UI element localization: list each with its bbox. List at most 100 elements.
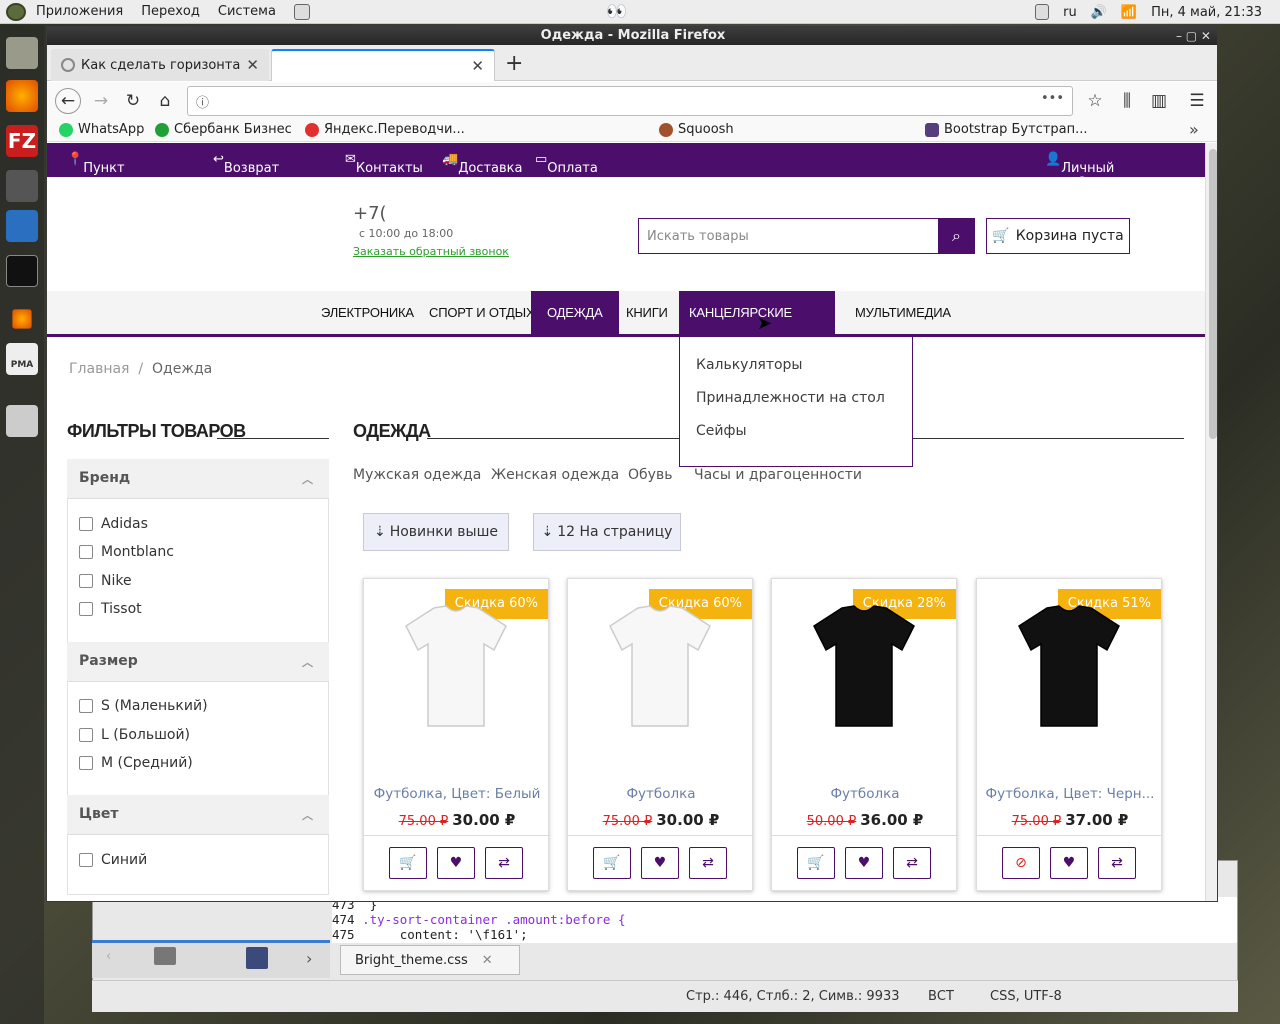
filter-brand-montblanc[interactable]: Montblanc xyxy=(79,544,174,560)
subcat-women[interactable]: Женская одежда xyxy=(491,467,619,483)
topbar-link-delivery[interactable]: 🚚 Доставка xyxy=(442,152,522,176)
scrollbar-thumb[interactable] xyxy=(1209,149,1217,439)
close-tab-icon[interactable]: ✕ xyxy=(471,57,484,75)
url-bar[interactable]: ⓘ ••• xyxy=(187,86,1073,116)
wishlist-button[interactable]: ♥ xyxy=(641,847,679,879)
info-icon[interactable]: ⓘ xyxy=(196,92,209,111)
bookmark-squoosh[interactable]: Squoosh xyxy=(659,122,734,137)
hamburger-menu-icon[interactable]: ☰ xyxy=(1185,90,1209,112)
editor-tab[interactable]: Bright_theme.css ✕ xyxy=(340,945,520,975)
editor-tab-label[interactable]: Bright_theme.css xyxy=(355,953,468,968)
back-icon[interactable]: ← xyxy=(55,88,81,114)
bookmark-sberbank[interactable]: Сбербанк Бизнес xyxy=(155,122,292,137)
search-button[interactable]: ⌕ xyxy=(938,218,975,254)
topbar-link-returns[interactable]: ↩ Возврат товара xyxy=(213,152,279,191)
menu-item-multimedia[interactable]: МУЛЬТИМЕДИА xyxy=(839,291,967,334)
more-bookmarks-icon[interactable]: » xyxy=(1189,120,1199,139)
filter-color-blue[interactable]: Синий xyxy=(79,852,147,868)
phone-number[interactable]: +7( xyxy=(353,203,387,224)
window-controls[interactable]: – ▢ ✕ xyxy=(1176,27,1211,45)
distro-logo-icon[interactable] xyxy=(6,3,26,21)
prev-arrow-icon[interactable]: ‹ xyxy=(106,949,111,964)
tshirt-image[interactable] xyxy=(608,604,712,728)
wishlist-button[interactable]: ♥ xyxy=(1050,847,1088,879)
page-scrollbar[interactable] xyxy=(1205,143,1217,901)
new-tab-icon[interactable]: + xyxy=(505,51,523,76)
filter-brand-adidas[interactable]: Adidas xyxy=(79,516,148,532)
topbar-link-contacts[interactable]: ✉ Контакты xyxy=(345,152,423,176)
compare-button[interactable]: ⇄ xyxy=(1098,847,1136,879)
cart-button[interactable]: 🛒 Корзина пуста xyxy=(986,218,1130,254)
tshirt-image[interactable] xyxy=(1017,604,1121,728)
filter-brand-tissot[interactable]: Tissot xyxy=(79,601,142,617)
clipboard-icon[interactable] xyxy=(1035,4,1050,20)
dropdown-item-calculators[interactable]: Калькуляторы xyxy=(696,357,803,373)
clock[interactable]: Пн, 4 май, 21:33 xyxy=(1151,5,1262,20)
wishlist-button[interactable]: ♥ xyxy=(437,847,475,879)
phpmyadmin-icon[interactable]: PMA xyxy=(6,343,38,375)
close-tab-icon[interactable]: ✕ xyxy=(246,56,259,74)
filter-size-l[interactable]: L (Большой) xyxy=(79,727,190,743)
filter-size-s[interactable]: S (Маленький) xyxy=(79,698,208,714)
forward-icon[interactable]: → xyxy=(89,90,113,112)
product-name[interactable]: Футболка xyxy=(568,786,754,802)
account-link[interactable]: 👤 Личный кабинет xyxy=(1045,152,1118,191)
bookmark-yandex-translate[interactable]: Яндекс.Переводчи... xyxy=(305,122,465,137)
home-icon[interactable]: ⌂ xyxy=(153,90,177,112)
sort-button[interactable]: ⇣ Новинки выше xyxy=(363,513,509,551)
product-name[interactable]: Футболка, Цвет: Белый xyxy=(364,786,550,802)
compare-button[interactable]: ⇄ xyxy=(689,847,727,879)
folder-icon[interactable] xyxy=(154,947,176,965)
topbar-link-payment[interactable]: ▭ Оплата xyxy=(535,152,598,176)
firefox-small-icon[interactable] xyxy=(12,309,32,329)
filezilla-icon[interactable]: FZ xyxy=(6,125,38,157)
subcat-shoes[interactable]: Обувь xyxy=(628,467,672,483)
compare-button[interactable]: ⇄ xyxy=(485,847,523,879)
reload-icon[interactable]: ↻ xyxy=(121,90,145,112)
menu-item-sport[interactable]: СПОРТ И ОТДЫХ xyxy=(413,291,550,334)
home-folder-icon[interactable] xyxy=(6,37,38,69)
bookmark-star-icon[interactable]: ☆ xyxy=(1083,90,1107,112)
filter-brand-header[interactable]: Бренд ︿ xyxy=(67,459,329,499)
filter-color-header[interactable]: Цвет ︿ xyxy=(67,795,329,835)
compare-button[interactable]: ⇄ xyxy=(893,847,931,879)
bookmark-whatsapp[interactable]: WhatsApp xyxy=(59,122,144,137)
subcat-men[interactable]: Мужская одежда xyxy=(353,467,481,483)
firefox-icon[interactable] xyxy=(6,80,38,112)
close-icon[interactable]: ✕ xyxy=(482,953,493,968)
product-name[interactable]: Футболка xyxy=(772,786,958,802)
tshirt-image[interactable] xyxy=(404,604,508,728)
library-icon[interactable]: ⫼ xyxy=(1115,90,1139,112)
tab-inactive[interactable]: Как сделать горизонта ✕ xyxy=(51,49,269,81)
editor-code[interactable]: 473 } 474 .ty-sort-container .amount:bef… xyxy=(332,897,1237,943)
dropdown-item-safes[interactable]: Сейфы xyxy=(696,423,747,439)
wishlist-button[interactable]: ♥ xyxy=(845,847,883,879)
callback-link[interactable]: Заказать обратный звонок xyxy=(353,245,509,258)
filter-size-m[interactable]: M (Средний) xyxy=(79,755,193,771)
keyboard-layout[interactable]: ru xyxy=(1063,5,1077,20)
menu-system[interactable]: Система xyxy=(218,4,276,19)
tab-active[interactable]: ✕ xyxy=(271,49,495,81)
sidebar-icon[interactable]: ▥ xyxy=(1147,90,1171,112)
menu-item-books[interactable]: КНИГИ xyxy=(610,291,684,334)
next-arrow-icon[interactable]: › xyxy=(306,949,312,968)
screenshot-app-icon[interactable] xyxy=(6,405,38,437)
search-input[interactable]: Искать товары xyxy=(638,218,938,254)
gimp-icon[interactable] xyxy=(6,170,38,202)
network-icon[interactable]: 📶 xyxy=(1121,5,1137,20)
menu-item-electronics[interactable]: ЭЛЕКТРОНИКА xyxy=(305,291,430,334)
product-card[interactable]: Скидка 60% Футболка, Цвет: Белый 75.00 ₽30… xyxy=(363,578,550,891)
subcat-watches[interactable]: Часы и драгоценности xyxy=(694,467,862,483)
book-icon[interactable] xyxy=(246,947,268,969)
tshirt-image[interactable] xyxy=(812,604,916,728)
bluefish-icon[interactable] xyxy=(6,210,38,242)
menu-applications[interactable]: Приложения xyxy=(36,4,123,19)
bookmark-bootstrap[interactable]: Bootstrap Бутстрап... xyxy=(925,122,1088,137)
breadcrumb-home[interactable]: Главная xyxy=(69,361,129,377)
menu-places[interactable]: Переход xyxy=(141,4,200,19)
add-to-cart-button[interactable]: 🛒 xyxy=(797,847,835,879)
product-card[interactable]: Скидка 60% Футболка 75.00 ₽30.00 ₽ 🛒 ♥ ⇄ xyxy=(567,578,754,891)
page-actions-icon[interactable]: ••• xyxy=(1041,91,1064,106)
screenshot-icon[interactable] xyxy=(293,3,310,20)
terminal-icon[interactable] xyxy=(6,255,38,287)
